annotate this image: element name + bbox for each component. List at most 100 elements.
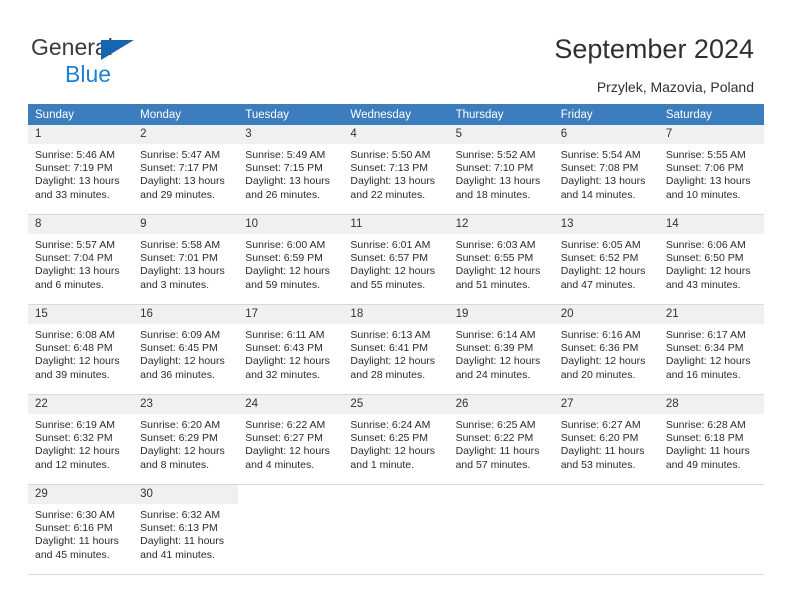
daylight-text-line1: Daylight: 13 hours — [35, 265, 120, 278]
daylight-text-line1: Daylight: 11 hours — [35, 535, 119, 548]
day-sun-info: Sunrise: 6:14 AM Sunset: 6:39 PM Daylight:… — [449, 324, 554, 382]
page-header: General Blue September 2024 Przylek, Maz… — [0, 0, 792, 103]
calendar-day-cell[interactable]: 21 Sunrise: 6:17 AM Sunset: 6:34 PM Dayligh… — [658, 304, 764, 395]
daylight-text-line2: and 49 minutes. — [665, 458, 741, 471]
calendar-day-cell[interactable]: 20 Sunrise: 6:16 AM Sunset: 6:36 PM Dayligh… — [553, 304, 659, 395]
day-number: 15 — [28, 305, 134, 324]
calendar-day-cell[interactable]: 1 Sunrise: 5:46 AM Sunset: 7:19 PM Daylight… — [28, 125, 134, 215]
day-number: 13 — [553, 215, 659, 234]
daylight-text-line2: and 59 minutes. — [245, 278, 320, 291]
daylight-text-line1: Daylight: 13 hours — [140, 265, 225, 278]
sunset-text: Sunset: 6:48 PM — [35, 342, 113, 355]
daylight-text-line1: Daylight: 12 hours — [455, 265, 541, 278]
daylight-text-line1: Daylight: 12 hours — [665, 355, 751, 368]
calendar-day-cell[interactable]: 10 Sunrise: 6:00 AM Sunset: 6:59 PM Dayligh… — [238, 214, 344, 305]
calendar-day-cell[interactable]: 7 Sunrise: 5:55 AM Sunset: 7:06 PM Daylight… — [658, 125, 764, 215]
day-sun-info: Sunrise: 6:09 AM Sunset: 6:45 PM Daylight:… — [133, 324, 238, 382]
calendar-day-cell[interactable]: 5 Sunrise: 5:52 AM Sunset: 7:10 PM Daylight… — [448, 125, 554, 215]
calendar-day-cell[interactable]: 3 Sunrise: 5:49 AM Sunset: 7:15 PM Daylight… — [238, 125, 344, 215]
calendar-day-cell[interactable]: 9 Sunrise: 5:58 AM Sunset: 7:01 PM Daylight… — [133, 214, 239, 305]
day-number — [448, 485, 554, 504]
sunrise-text: Sunrise: 6:05 AM — [560, 239, 641, 251]
sunset-text: Sunset: 6:50 PM — [665, 252, 744, 265]
day-number: 18 — [343, 305, 449, 324]
day-sun-info: Sunrise: 5:54 AM Sunset: 7:08 PM Daylight:… — [554, 144, 659, 202]
daylight-text-line1: Daylight: 11 hours — [665, 445, 750, 458]
sunset-text: Sunset: 7:15 PM — [245, 162, 323, 175]
day-number: 22 — [28, 395, 134, 414]
day-number: 16 — [133, 305, 239, 324]
calendar-day-cell[interactable]: 30 Sunrise: 6:32 AM Sunset: 6:13 PM Dayligh… — [133, 484, 239, 575]
day-sun-info: Sunrise: 5:52 AM Sunset: 7:10 PM Daylight:… — [449, 144, 554, 202]
calendar-day-cell[interactable]: 26 Sunrise: 6:25 AM Sunset: 6:22 PM Dayligh… — [448, 394, 554, 485]
daylight-text-line1: Daylight: 13 hours — [560, 175, 646, 188]
daylight-text-line2: and 24 minutes. — [455, 368, 531, 381]
day-sun-info: Sunrise: 6:11 AM Sunset: 6:43 PM Daylight:… — [238, 324, 343, 382]
calendar-week-row: 15 Sunrise: 6:08 AM Sunset: 6:48 PM Dayligh… — [28, 304, 764, 395]
calendar-day-cell[interactable]: 16 Sunrise: 6:09 AM Sunset: 6:45 PM Dayligh… — [133, 304, 239, 395]
sunrise-text: Sunrise: 6:06 AM — [665, 239, 746, 251]
calendar-day-cell[interactable]: 2 Sunrise: 5:47 AM Sunset: 7:17 PM Daylight… — [133, 125, 239, 215]
calendar-day-cell[interactable]: 27 Sunrise: 6:27 AM Sunset: 6:20 PM Dayligh… — [553, 394, 659, 485]
weekday-header-sunday: Sunday — [28, 104, 134, 125]
daylight-text-line1: Daylight: 12 hours — [140, 445, 225, 458]
day-number: 1 — [28, 125, 134, 144]
generalblue-logo[interactable]: General Blue — [31, 36, 261, 88]
calendar-day-cell-empty — [343, 484, 449, 575]
day-number: 21 — [658, 305, 764, 324]
day-number: 3 — [238, 125, 344, 144]
day-sun-info: Sunrise: 6:05 AM Sunset: 6:52 PM Daylight:… — [554, 234, 659, 292]
weekday-header-monday: Monday — [133, 104, 239, 125]
day-number: 17 — [238, 305, 344, 324]
sunrise-text: Sunrise: 6:17 AM — [665, 329, 746, 341]
day-sun-info: Sunrise: 6:22 AM Sunset: 6:27 PM Daylight:… — [238, 414, 343, 472]
day-number: 20 — [553, 305, 659, 324]
calendar-day-cell[interactable]: 8 Sunrise: 5:57 AM Sunset: 7:04 PM Daylight… — [28, 214, 134, 305]
calendar-day-cell[interactable]: 12 Sunrise: 6:03 AM Sunset: 6:55 PM Dayligh… — [448, 214, 554, 305]
calendar-day-cell[interactable]: 14 Sunrise: 6:06 AM Sunset: 6:50 PM Dayligh… — [658, 214, 764, 305]
calendar-day-cell[interactable]: 15 Sunrise: 6:08 AM Sunset: 6:48 PM Dayligh… — [28, 304, 134, 395]
sunset-text: Sunset: 7:06 PM — [665, 162, 744, 175]
daylight-text-line2: and 41 minutes. — [140, 548, 215, 561]
calendar-day-cell[interactable]: 28 Sunrise: 6:28 AM Sunset: 6:18 PM Dayligh… — [658, 394, 764, 485]
calendar-day-cell[interactable]: 22 Sunrise: 6:19 AM Sunset: 6:32 PM Dayligh… — [28, 394, 134, 485]
daylight-text-line1: Daylight: 12 hours — [245, 265, 330, 278]
sunset-text: Sunset: 7:08 PM — [560, 162, 639, 175]
daylight-text-line2: and 14 minutes. — [560, 188, 636, 201]
calendar-day-cell[interactable]: 19 Sunrise: 6:14 AM Sunset: 6:39 PM Dayligh… — [448, 304, 554, 395]
sunset-text: Sunset: 6:34 PM — [665, 342, 744, 355]
daylight-text-line1: Daylight: 12 hours — [455, 355, 541, 368]
day-number — [238, 485, 344, 504]
day-sun-info: Sunrise: 6:30 AM Sunset: 6:16 PM Daylight:… — [28, 504, 133, 562]
daylight-text-line1: Daylight: 13 hours — [140, 175, 225, 188]
calendar-day-cell[interactable]: 24 Sunrise: 6:22 AM Sunset: 6:27 PM Dayligh… — [238, 394, 344, 485]
weekday-header-wednesday: Wednesday — [343, 104, 449, 125]
daylight-text-line2: and 28 minutes. — [350, 368, 426, 381]
calendar-day-cell[interactable]: 18 Sunrise: 6:13 AM Sunset: 6:41 PM Dayligh… — [343, 304, 449, 395]
daylight-text-line2: and 1 minute. — [350, 458, 415, 471]
daylight-text-line2: and 6 minutes. — [35, 278, 104, 291]
daylight-text-line2: and 12 minutes. — [35, 458, 110, 471]
logo-text-general: General — [31, 36, 261, 62]
day-sun-info: Sunrise: 6:13 AM Sunset: 6:41 PM Daylight:… — [343, 324, 448, 382]
sunrise-text: Sunrise: 6:24 AM — [350, 419, 431, 431]
calendar-day-cell[interactable]: 4 Sunrise: 5:50 AM Sunset: 7:13 PM Daylight… — [343, 125, 449, 215]
calendar-day-cell[interactable]: 25 Sunrise: 6:24 AM Sunset: 6:25 PM Dayligh… — [343, 394, 449, 485]
calendar-day-cell[interactable]: 11 Sunrise: 6:01 AM Sunset: 6:57 PM Dayligh… — [343, 214, 449, 305]
sunrise-text: Sunrise: 6:20 AM — [140, 419, 221, 431]
calendar-day-cell[interactable]: 29 Sunrise: 6:30 AM Sunset: 6:16 PM Dayligh… — [28, 484, 134, 575]
calendar-day-cell[interactable]: 23 Sunrise: 6:20 AM Sunset: 6:29 PM Dayligh… — [133, 394, 239, 485]
day-sun-info: Sunrise: 5:57 AM Sunset: 7:04 PM Daylight:… — [28, 234, 133, 292]
day-sun-info: Sunrise: 6:27 AM Sunset: 6:20 PM Daylight:… — [554, 414, 659, 472]
calendar-week-row: 8 Sunrise: 5:57 AM Sunset: 7:04 PM Daylight… — [28, 214, 764, 305]
daylight-text-line1: Daylight: 13 hours — [35, 175, 120, 188]
calendar-day-cell[interactable]: 6 Sunrise: 5:54 AM Sunset: 7:08 PM Daylight… — [553, 125, 659, 215]
day-sun-info: Sunrise: 6:08 AM Sunset: 6:48 PM Daylight:… — [28, 324, 133, 382]
daylight-text-line2: and 18 minutes. — [455, 188, 531, 201]
calendar-grid: Sunday Monday Tuesday Wednesday Thursday… — [28, 104, 764, 575]
calendar-body: 1 Sunrise: 5:46 AM Sunset: 7:19 PM Daylight… — [28, 125, 764, 575]
day-number: 7 — [658, 125, 764, 144]
calendar-day-cell[interactable]: 13 Sunrise: 6:05 AM Sunset: 6:52 PM Dayligh… — [553, 214, 659, 305]
calendar-day-cell[interactable]: 17 Sunrise: 6:11 AM Sunset: 6:43 PM Dayligh… — [238, 304, 344, 395]
day-number: 25 — [343, 395, 449, 414]
